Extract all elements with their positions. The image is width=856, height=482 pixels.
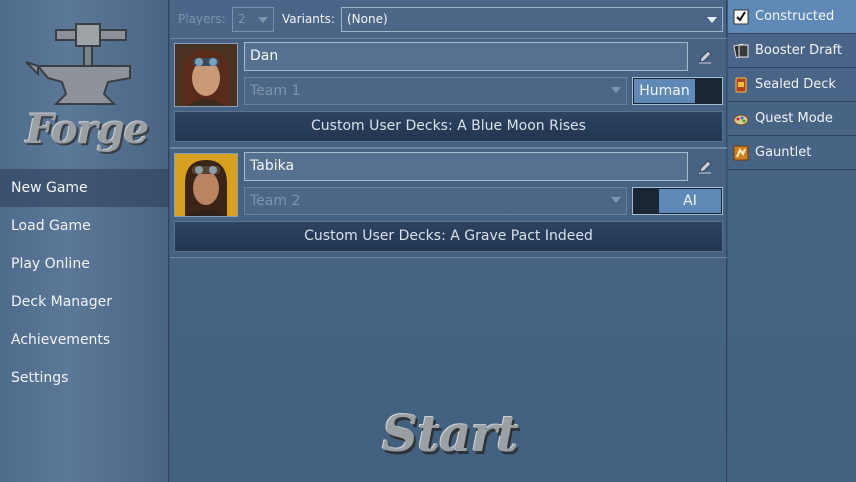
players-select[interactable]: 2	[232, 7, 274, 32]
team-select-value: Team 2	[250, 193, 301, 209]
gauntlet-icon	[733, 145, 749, 161]
player-panel-1: Dan Team 1 Human Custom User Decks: A Bl…	[170, 38, 727, 148]
chevron-down-icon	[707, 17, 717, 23]
edit-pencil-icon[interactable]	[697, 49, 713, 65]
card-pack-icon	[733, 43, 749, 59]
checkbox-icon	[733, 9, 749, 25]
mode-label: Sealed Deck	[755, 77, 836, 92]
nav-item-new-game[interactable]: New Game	[0, 169, 169, 207]
sealed-deck-icon	[735, 77, 747, 93]
player-avatar[interactable]	[174, 43, 238, 107]
logo-text: Forge	[25, 106, 149, 153]
deck-select-button[interactable]: Custom User Decks: A Blue Moon Rises	[174, 111, 723, 142]
game-mode-sidebar: Constructed Booster Draft Sealed Deck Qu…	[728, 0, 856, 482]
player-type-toggle[interactable]: AI	[632, 187, 723, 215]
mode-label: Gauntlet	[755, 145, 812, 160]
nav-item-play-online[interactable]: Play Online	[0, 245, 169, 283]
variants-select-value: (None)	[347, 12, 388, 26]
player-name-input[interactable]: Tabika	[244, 152, 688, 181]
left-sidebar: Forge New Game Load Game Play Online Dec…	[0, 0, 169, 482]
forge-logo: Forge	[18, 20, 152, 153]
nav-item-deck-manager[interactable]: Deck Manager	[0, 283, 169, 321]
chevron-down-icon	[611, 197, 621, 203]
player-panel-2: Tabika Team 2 AI Custom User Decks: A Gr…	[170, 148, 727, 258]
mode-item-sealed-deck[interactable]: Sealed Deck	[728, 68, 856, 102]
nav-item-load-game[interactable]: Load Game	[0, 207, 169, 245]
nav-item-settings[interactable]: Settings	[0, 359, 169, 397]
mode-item-booster-draft[interactable]: Booster Draft	[728, 34, 856, 68]
players-select-value: 2	[238, 12, 246, 26]
start-button[interactable]: Start	[370, 404, 530, 470]
player-avatar[interactable]	[174, 153, 238, 217]
mode-label: Booster Draft	[755, 43, 842, 58]
players-label: Players:	[178, 12, 226, 26]
chevron-down-icon	[258, 17, 268, 23]
player-type-value: Human	[634, 79, 695, 103]
game-options-bar: Players: 2 Variants: (None)	[170, 6, 727, 34]
mode-item-quest-mode[interactable]: Quest Mode	[728, 102, 856, 136]
player-name-input[interactable]: Dan	[244, 42, 688, 71]
nav-item-achievements[interactable]: Achievements	[0, 321, 169, 359]
player-type-value: AI	[659, 189, 721, 213]
team-select-value: Team 1	[250, 83, 301, 99]
new-game-panel: Players: 2 Variants: (None) Dan Team 1 H…	[170, 0, 727, 482]
chevron-down-icon	[611, 87, 621, 93]
mode-label: Quest Mode	[755, 111, 833, 126]
variants-label: Variants:	[282, 12, 335, 26]
quest-icon	[733, 114, 749, 126]
edit-pencil-icon[interactable]	[697, 159, 713, 175]
anvil-hammer-icon	[25, 23, 131, 105]
mode-item-constructed[interactable]: Constructed	[728, 0, 856, 34]
mode-label: Constructed	[755, 9, 835, 24]
main-nav: New Game Load Game Play Online Deck Mana…	[0, 169, 169, 397]
variants-select[interactable]: (None)	[341, 7, 723, 32]
deck-select-button[interactable]: Custom User Decks: A Grave Pact Indeed	[174, 221, 723, 252]
player-type-toggle[interactable]: Human	[632, 77, 723, 105]
mode-item-gauntlet[interactable]: Gauntlet	[728, 136, 856, 170]
team-select[interactable]: Team 1	[244, 77, 627, 105]
avatar-portrait-icon	[175, 154, 237, 216]
team-select[interactable]: Team 2	[244, 187, 627, 215]
avatar-portrait-icon	[175, 44, 237, 106]
